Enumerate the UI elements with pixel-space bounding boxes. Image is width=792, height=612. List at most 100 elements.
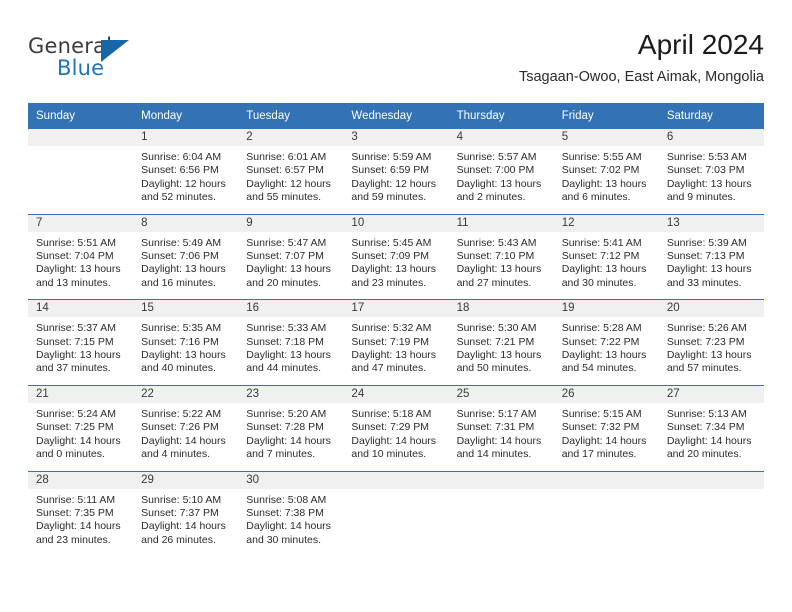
calendar-day-cell[interactable]: 3 Sunrise: 5:59 AM Sunset: 6:59 PM Daylight…	[343, 129, 449, 214]
calendar-week-row: 14 Sunrise: 5:37 AM Sunset: 7:15 PM Dayligh…	[28, 299, 764, 386]
sunrise-text: Sunrise: 5:45 AM	[351, 236, 432, 249]
calendar-day-cell[interactable]: 17 Sunrise: 5:32 AM Sunset: 7:19 PM Dayligh…	[343, 299, 449, 386]
calendar-day-cell[interactable]: 22 Sunrise: 5:22 AM Sunset: 7:26 PM Dayligh…	[133, 384, 239, 471]
daylight-text-line1: Daylight: 13 hours	[456, 263, 542, 276]
daylight-text-line2: and 33 minutes.	[666, 276, 742, 289]
weekday-header-monday: Monday	[133, 103, 239, 129]
calendar-day-cell[interactable]: 19 Sunrise: 5:28 AM Sunset: 7:22 PM Dayligh…	[553, 299, 659, 386]
calendar-day-cell[interactable]: 29 Sunrise: 5:10 AM Sunset: 7:37 PM Dayligh…	[133, 470, 239, 557]
calendar-day-cell[interactable]: 13 Sunrise: 5:39 AM Sunset: 7:13 PM Dayligh…	[658, 213, 764, 300]
calendar-day-details: Sunrise: 5:28 AM Sunset: 7:22 PM Daylight:…	[554, 317, 659, 385]
page-header: General Blue April 2024 Tsagaan-Owoo, Ea…	[28, 28, 764, 94]
brand-logo[interactable]: General Blue	[28, 34, 228, 86]
calendar-day-cell[interactable]: 16 Sunrise: 5:33 AM Sunset: 7:18 PM Dayligh…	[238, 299, 344, 386]
calendar-day-details	[28, 146, 133, 202]
daylight-text-line2: and 0 minutes.	[36, 448, 105, 461]
sunset-text: Sunset: 7:18 PM	[246, 335, 324, 348]
calendar-day-cell[interactable]: 7 Sunrise: 5:51 AM Sunset: 7:04 PM Daylight…	[28, 213, 134, 300]
calendar-day-number: 23	[238, 385, 344, 403]
calendar-day-details: Sunrise: 5:37 AM Sunset: 7:15 PM Daylight:…	[28, 317, 133, 385]
calendar-day-cell[interactable]: 14 Sunrise: 5:37 AM Sunset: 7:15 PM Dayligh…	[28, 299, 134, 386]
calendar-day-cell[interactable]: 15 Sunrise: 5:35 AM Sunset: 7:16 PM Dayligh…	[133, 299, 239, 386]
calendar-day-cell[interactable]: 27 Sunrise: 5:13 AM Sunset: 7:34 PM Dayligh…	[658, 384, 764, 471]
calendar-day-cell[interactable]: 11 Sunrise: 5:43 AM Sunset: 7:10 PM Dayligh…	[448, 213, 554, 300]
calendar-day-cell[interactable]: 6 Sunrise: 5:53 AM Sunset: 7:03 PM Daylight…	[658, 129, 764, 214]
calendar-day-number	[448, 471, 554, 489]
calendar-day-cell[interactable]: 25 Sunrise: 5:17 AM Sunset: 7:31 PM Dayligh…	[448, 384, 554, 471]
calendar-day-cell[interactable]: 18 Sunrise: 5:30 AM Sunset: 7:21 PM Dayligh…	[448, 299, 554, 386]
sunset-text: Sunset: 7:16 PM	[141, 335, 219, 348]
sunset-text: Sunset: 7:13 PM	[666, 250, 745, 263]
calendar-header-row: Sunday Monday Tuesday Wednesday Thursday…	[28, 103, 764, 129]
sunset-text: Sunset: 7:31 PM	[456, 421, 535, 434]
brand-name-blue: Blue	[57, 56, 105, 80]
calendar-week-row: 1 Sunrise: 6:04 AM Sunset: 6:56 PM Daylight…	[28, 129, 764, 214]
calendar-day-cell[interactable]: 9 Sunrise: 5:47 AM Sunset: 7:07 PM Daylight…	[238, 213, 344, 300]
sunrise-text: Sunrise: 5:53 AM	[666, 151, 747, 163]
calendar-page: General Blue April 2024 Tsagaan-Owoo, Ea…	[0, 0, 792, 612]
page-subtitle: Tsagaan-Owoo, East Aimak, Mongolia	[518, 69, 764, 85]
sunrise-text: Sunrise: 5:17 AM	[456, 407, 537, 420]
sunset-text: Sunset: 7:09 PM	[351, 250, 430, 263]
calendar-day-details: Sunrise: 5:47 AM Sunset: 7:07 PM Daylight:…	[238, 232, 343, 300]
sunrise-text: Sunrise: 5:43 AM	[456, 236, 537, 249]
calendar-day-cell[interactable]: 8 Sunrise: 5:49 AM Sunset: 7:06 PM Daylight…	[133, 213, 239, 300]
calendar-body: 1 Sunrise: 6:04 AM Sunset: 6:56 PM Daylight…	[28, 129, 764, 557]
sunset-text: Sunset: 7:25 PM	[36, 421, 114, 434]
calendar-day-details: Sunrise: 5:18 AM Sunset: 7:29 PM Daylight:…	[343, 403, 448, 471]
sunset-text: Sunset: 7:34 PM	[666, 421, 745, 434]
calendar-day-cell[interactable]: 23 Sunrise: 5:20 AM Sunset: 7:28 PM Dayligh…	[238, 384, 344, 471]
weekday-header-thursday: Thursday	[448, 103, 554, 129]
daylight-text-line1: Daylight: 14 hours	[141, 520, 226, 533]
daylight-text-line1: Daylight: 12 hours	[141, 177, 226, 190]
sunrise-text: Sunrise: 5:08 AM	[246, 493, 327, 506]
sunset-text: Sunset: 7:00 PM	[456, 164, 535, 177]
sunset-text: Sunset: 7:21 PM	[456, 335, 535, 348]
calendar-day-cell[interactable]: 10 Sunrise: 5:45 AM Sunset: 7:09 PM Dayligh…	[343, 213, 449, 300]
calendar-day-cell[interactable]: 30 Sunrise: 5:08 AM Sunset: 7:38 PM Dayligh…	[238, 470, 344, 557]
calendar-day-number: 26	[553, 385, 659, 403]
calendar-day-cell[interactable]: 4 Sunrise: 5:57 AM Sunset: 7:00 PM Daylight…	[448, 129, 554, 214]
calendar-day-cell[interactable]: 28 Sunrise: 5:11 AM Sunset: 7:35 PM Dayligh…	[28, 470, 134, 557]
daylight-text-line1: Daylight: 13 hours	[36, 349, 121, 362]
weekday-header-row: Sunday Monday Tuesday Wednesday Thursday…	[28, 103, 764, 129]
calendar-day-details: Sunrise: 5:45 AM Sunset: 7:09 PM Daylight:…	[343, 232, 448, 300]
calendar-day-number: 7	[28, 214, 134, 232]
calendar-day-cell[interactable]: 1 Sunrise: 6:04 AM Sunset: 6:56 PM Daylight…	[133, 129, 239, 214]
daylight-text-line1: Daylight: 13 hours	[141, 263, 226, 276]
calendar-day-number: 15	[133, 300, 239, 318]
calendar-day-cell[interactable]: 26 Sunrise: 5:15 AM Sunset: 7:32 PM Dayligh…	[553, 384, 659, 471]
daylight-text-line2: and 20 minutes.	[246, 276, 321, 289]
daylight-text-line2: and 20 minutes.	[666, 448, 742, 461]
sunrise-text: Sunrise: 5:35 AM	[141, 322, 222, 335]
calendar-day-cell[interactable]: 12 Sunrise: 5:41 AM Sunset: 7:12 PM Dayligh…	[553, 213, 659, 300]
calendar-day-number: 4	[448, 129, 554, 146]
daylight-text-line2: and 27 minutes.	[456, 276, 532, 289]
calendar-day-number: 30	[238, 471, 344, 489]
calendar-day-cell-empty	[553, 470, 659, 557]
calendar-day-details: Sunrise: 5:11 AM Sunset: 7:35 PM Daylight:…	[28, 489, 133, 557]
calendar-day-number	[343, 471, 449, 489]
calendar-day-number: 1	[133, 129, 239, 146]
calendar-day-cell[interactable]: 2 Sunrise: 6:01 AM Sunset: 6:57 PM Daylight…	[238, 129, 344, 214]
calendar-day-cell[interactable]: 5 Sunrise: 5:55 AM Sunset: 7:02 PM Daylight…	[553, 129, 659, 214]
calendar-day-number: 19	[553, 300, 659, 318]
sunrise-text: Sunrise: 5:20 AM	[246, 407, 327, 420]
sunrise-text: Sunrise: 5:37 AM	[36, 322, 116, 335]
calendar-day-number: 13	[658, 214, 764, 232]
sunrise-text: Sunrise: 5:13 AM	[666, 407, 747, 420]
calendar-day-cell[interactable]: 20 Sunrise: 5:26 AM Sunset: 7:23 PM Dayligh…	[658, 299, 764, 386]
daylight-text-line1: Daylight: 13 hours	[561, 263, 647, 276]
daylight-text-line1: Daylight: 13 hours	[666, 177, 752, 190]
sunset-text: Sunset: 7:38 PM	[246, 506, 324, 519]
calendar-day-details: Sunrise: 5:53 AM Sunset: 7:03 PM Daylight:…	[659, 146, 764, 214]
calendar-day-details	[659, 489, 764, 545]
calendar-day-cell[interactable]: 21 Sunrise: 5:24 AM Sunset: 7:25 PM Dayligh…	[28, 384, 134, 471]
daylight-text-line1: Daylight: 13 hours	[246, 263, 331, 276]
weekday-header-wednesday: Wednesday	[343, 103, 449, 129]
calendar-day-number: 27	[658, 385, 764, 403]
calendar-day-details: Sunrise: 6:04 AM Sunset: 6:56 PM Daylight:…	[133, 146, 238, 214]
calendar-day-cell[interactable]: 24 Sunrise: 5:18 AM Sunset: 7:29 PM Dayligh…	[343, 384, 449, 471]
daylight-text-line1: Daylight: 13 hours	[561, 349, 647, 362]
daylight-text-line1: Daylight: 14 hours	[666, 434, 752, 447]
